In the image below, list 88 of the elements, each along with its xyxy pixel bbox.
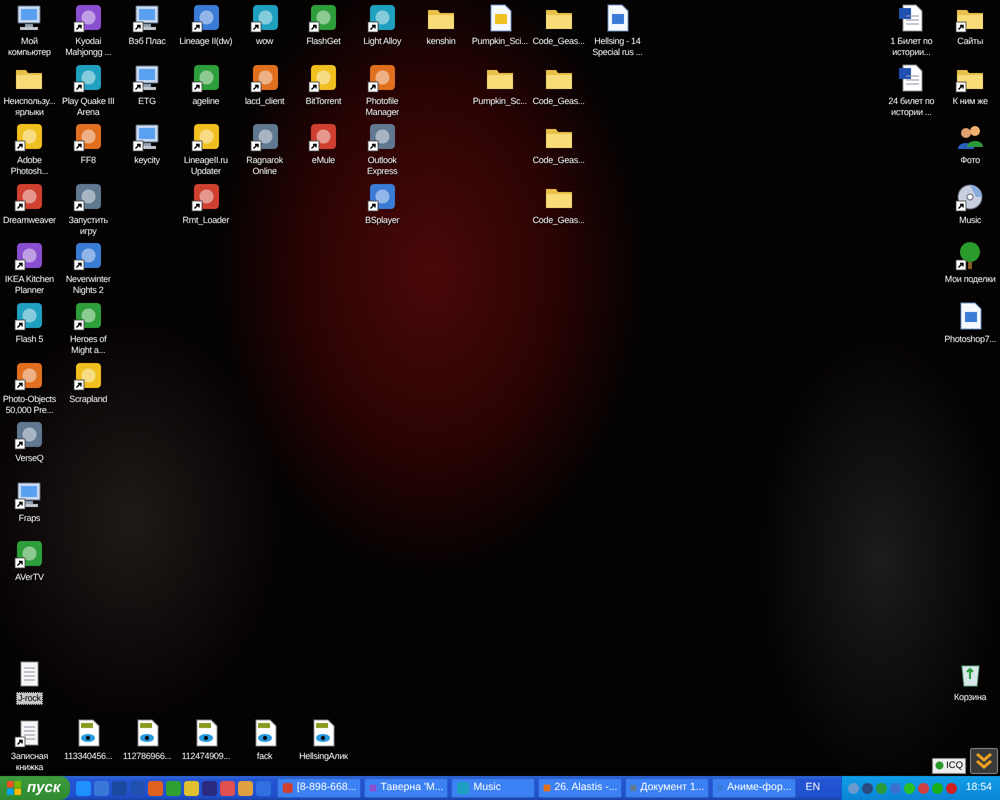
app-icon[interactable] (220, 780, 236, 796)
taskbar-button[interactable]: Документ 1... (625, 778, 710, 798)
desktop-icon[interactable]: 113340456... (63, 715, 114, 762)
desktop-icon[interactable]: Корзина (953, 656, 988, 703)
desktop-icon[interactable]: Photoshop7... (943, 298, 997, 345)
tray-icon[interactable] (890, 782, 901, 794)
desktop-icon[interactable]: 1 Билет по истории... (882, 0, 940, 58)
windows-logo-icon (6, 780, 22, 796)
desktop-icon[interactable]: Мои поделки (944, 238, 996, 286)
desktop-icon[interactable]: Записная книжка (0, 715, 58, 774)
taskbar-button[interactable]: Music (451, 778, 536, 798)
desktop-icon[interactable]: Neverwinter Nights 2 (59, 238, 118, 296)
tray-icon[interactable] (904, 782, 915, 794)
app-icon[interactable] (202, 780, 218, 796)
taskbar-button[interactable]: Аниме-фор... (712, 778, 796, 798)
desktop-icon[interactable]: Flash 5 (13, 298, 46, 345)
desktop-icon[interactable]: 112786966... (122, 715, 172, 762)
desktop-icon[interactable]: 112474909... (180, 715, 231, 762)
app-icon[interactable] (94, 780, 110, 796)
desktop-icon[interactable]: Kyodai Mahjongg ... (59, 0, 118, 58)
desktop-icon[interactable]: Heroes of Might a... (59, 298, 118, 356)
desktop-icon[interactable]: AVerTV (13, 536, 46, 584)
tray-icon[interactable] (848, 782, 859, 794)
app-icon[interactable] (238, 780, 254, 796)
desktop-icon[interactable]: Outlook Express (353, 119, 412, 178)
desktop-icon[interactable]: BitTorrent (304, 60, 342, 107)
status-dot-icon (935, 761, 944, 770)
desktop-icon[interactable]: Fraps (13, 476, 46, 524)
desktop-icon[interactable]: lacd_client (244, 60, 286, 107)
desktop-icon[interactable]: Pumpkin_Sci... (470, 0, 529, 47)
start-button[interactable]: пуск (0, 776, 70, 800)
taskbar-button[interactable]: [8-898-668... (277, 778, 362, 798)
desktop-icon[interactable]: К ним же (952, 60, 989, 107)
desktop-icon[interactable]: BSplayer (364, 178, 400, 226)
tray-icon[interactable] (862, 782, 873, 794)
desktop-icon[interactable]: Lineage II(dw) (178, 0, 234, 47)
desktop-icon[interactable]: fack (248, 715, 281, 762)
language-indicator[interactable]: EN (799, 780, 826, 796)
desktop-icon[interactable]: eMule (307, 119, 340, 166)
desktop-icon[interactable]: Rmt_Loader (182, 178, 230, 226)
tray-icon[interactable] (946, 782, 957, 794)
desktop-icon[interactable]: Music (954, 178, 986, 226)
desktop-icon[interactable]: VerseQ (13, 417, 46, 464)
desktop-icon[interactable]: 24 билет по истории ... (882, 60, 940, 118)
desktop-icon[interactable]: Мой компьютер (0, 0, 58, 58)
desktop-icon[interactable]: ageline (190, 60, 222, 107)
app-icon (456, 781, 470, 795)
taskbar-button[interactable]: Таверна 'М... (364, 778, 448, 798)
desktop-icon[interactable]: IKEA Kitchen Planner (0, 238, 58, 296)
desktop-icon[interactable]: keycity (130, 119, 163, 166)
taskbar-button[interactable]: 26. Alastis -... (538, 778, 622, 798)
desktop-icon[interactable]: Pumpkin_Sc... (472, 60, 528, 107)
desktop-icon[interactable]: wow (248, 0, 281, 47)
desktop-icon[interactable]: Photo-Objects 50,000 Pre... (0, 358, 58, 416)
desktop-icon[interactable]: Dreamweaver (2, 178, 57, 226)
app-icon[interactable] (166, 780, 182, 796)
tray-icon[interactable] (932, 782, 943, 794)
clock: 18:54 (966, 780, 992, 796)
desktop-icon[interactable]: HellsingАлик (298, 715, 349, 762)
app-icon[interactable] (76, 780, 92, 796)
desktop-icon[interactable]: Hellsing - 14 Special rus ... (588, 0, 646, 58)
app-icon[interactable] (184, 780, 200, 796)
app-icon[interactable] (148, 780, 164, 796)
desktop-icon[interactable]: Code_Geas... (532, 178, 586, 226)
desktop-icon[interactable]: LineageII.ru Updater (176, 119, 235, 178)
desktop-icon[interactable]: ETG (130, 60, 163, 107)
desktop-icon[interactable]: FlashGet (305, 0, 342, 47)
desktop-icon[interactable]: Code_Geas... (532, 119, 586, 166)
desktop-icon[interactable]: Code_Geas... (532, 0, 586, 47)
desktop-icon[interactable]: Code_Geas... (532, 60, 586, 107)
desktop-icon[interactable]: Ragnarok Online (236, 119, 294, 178)
desktop-icon[interactable]: Фото (954, 119, 986, 166)
desktop-icon[interactable]: Play Quake III Arena (59, 60, 118, 118)
desktop-icon[interactable]: Запустить игру (59, 178, 118, 237)
desktop-icon[interactable]: kenshin (424, 0, 457, 47)
desktop-icon[interactable]: Неиспользу... ярлыки (0, 60, 58, 118)
tray-icon[interactable] (876, 782, 887, 794)
app-icon (282, 781, 294, 795)
tray-icon[interactable] (918, 782, 929, 794)
desktop-icon[interactable]: Adobe Photosh... (0, 119, 58, 178)
desktop-icon[interactable]: Photofile Manager (353, 60, 412, 118)
desktop-icon[interactable]: Вэб Плас (127, 0, 167, 47)
desktop-icon[interactable]: FF8 (72, 119, 104, 166)
desktop-icon[interactable]: Scrapland (68, 358, 108, 405)
icq-tab[interactable]: ICQ (932, 758, 966, 774)
chevron-button-icon[interactable] (970, 748, 998, 774)
desktop-icon[interactable]: Light Alloy (362, 0, 402, 47)
desktop-icon[interactable]: Сайты (954, 0, 986, 47)
